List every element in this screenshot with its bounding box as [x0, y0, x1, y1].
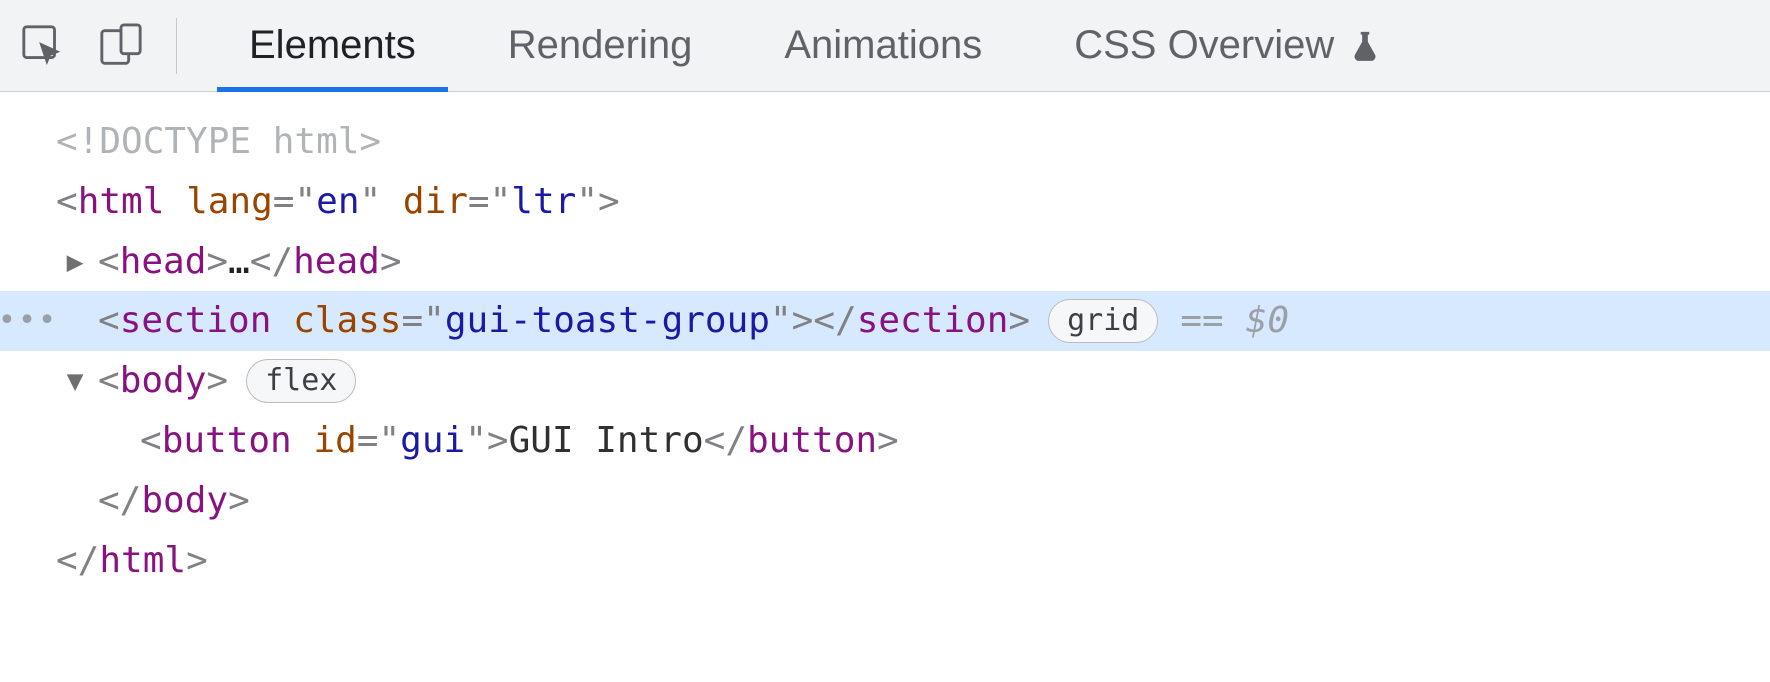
attr-name: id	[313, 413, 356, 469]
tab-animations[interactable]: Animations	[738, 0, 1028, 91]
tab-label: Animations	[784, 23, 982, 68]
dom-node-section[interactable]: ••• <section class="gui-toast-group"></s…	[0, 291, 1770, 351]
collapsed-ellipsis: …	[228, 234, 250, 290]
collapse-toggle-icon[interactable]: ▼	[58, 359, 92, 402]
dom-node-button[interactable]: <button id="gui"> GUI Intro </button>	[0, 411, 1770, 471]
tab-elements[interactable]: Elements	[203, 0, 462, 91]
attr-name: dir	[403, 174, 468, 230]
doctype-text: <!DOCTYPE html>	[56, 114, 381, 170]
experiment-flask-icon	[1348, 29, 1382, 63]
expand-toggle-icon[interactable]: ▶	[58, 240, 92, 283]
tab-label: CSS Overview	[1074, 23, 1334, 68]
tag-name: html	[99, 533, 186, 589]
inspect-element-icon[interactable]	[18, 21, 68, 71]
dom-node-body-close[interactable]: </body>	[0, 471, 1770, 531]
tab-rendering[interactable]: Rendering	[462, 0, 739, 91]
device-toggle-icon[interactable]	[96, 21, 146, 71]
layout-badge-grid[interactable]: grid	[1048, 299, 1158, 343]
attr-value: gui	[400, 413, 465, 469]
tag-name: head	[120, 234, 207, 290]
tab-label: Elements	[249, 23, 416, 68]
text-node: GUI Intro	[509, 413, 704, 469]
console-ref: $0	[1246, 293, 1289, 349]
elements-dom-tree[interactable]: <!DOCTYPE html> <html lang="en" dir="ltr…	[0, 92, 1770, 590]
equals-symbol: ==	[1180, 293, 1223, 349]
devtools-toolbar: Elements Rendering Animations CSS Overvi…	[0, 0, 1770, 92]
node-actions-icon[interactable]: •••	[0, 291, 56, 351]
tag-name: button	[162, 413, 292, 469]
attr-value: gui-toast-group	[445, 293, 770, 349]
tag-name: html	[78, 174, 165, 230]
dom-node-html-close[interactable]: </html>	[0, 531, 1770, 591]
dom-node-head[interactable]: ▶ <head>…</head>	[0, 232, 1770, 292]
tab-label: Rendering	[508, 23, 693, 68]
tab-css-overview[interactable]: CSS Overview	[1028, 0, 1428, 91]
layout-badge-flex[interactable]: flex	[246, 359, 356, 403]
dom-node-body-open[interactable]: ▼ <body> flex	[0, 351, 1770, 411]
tag-name: body	[141, 473, 228, 529]
attr-name: class	[293, 293, 401, 349]
tag-name: section	[120, 293, 272, 349]
toolbar-separator	[176, 18, 177, 74]
dom-node-html-open[interactable]: <html lang="en" dir="ltr">	[0, 172, 1770, 232]
attr-name: lang	[186, 174, 273, 230]
attr-value: en	[316, 174, 359, 230]
tag-name: body	[120, 353, 207, 409]
dom-node-doctype[interactable]: <!DOCTYPE html>	[0, 112, 1770, 172]
panel-tabs: Elements Rendering Animations CSS Overvi…	[203, 0, 1428, 91]
attr-value: ltr	[511, 174, 576, 230]
